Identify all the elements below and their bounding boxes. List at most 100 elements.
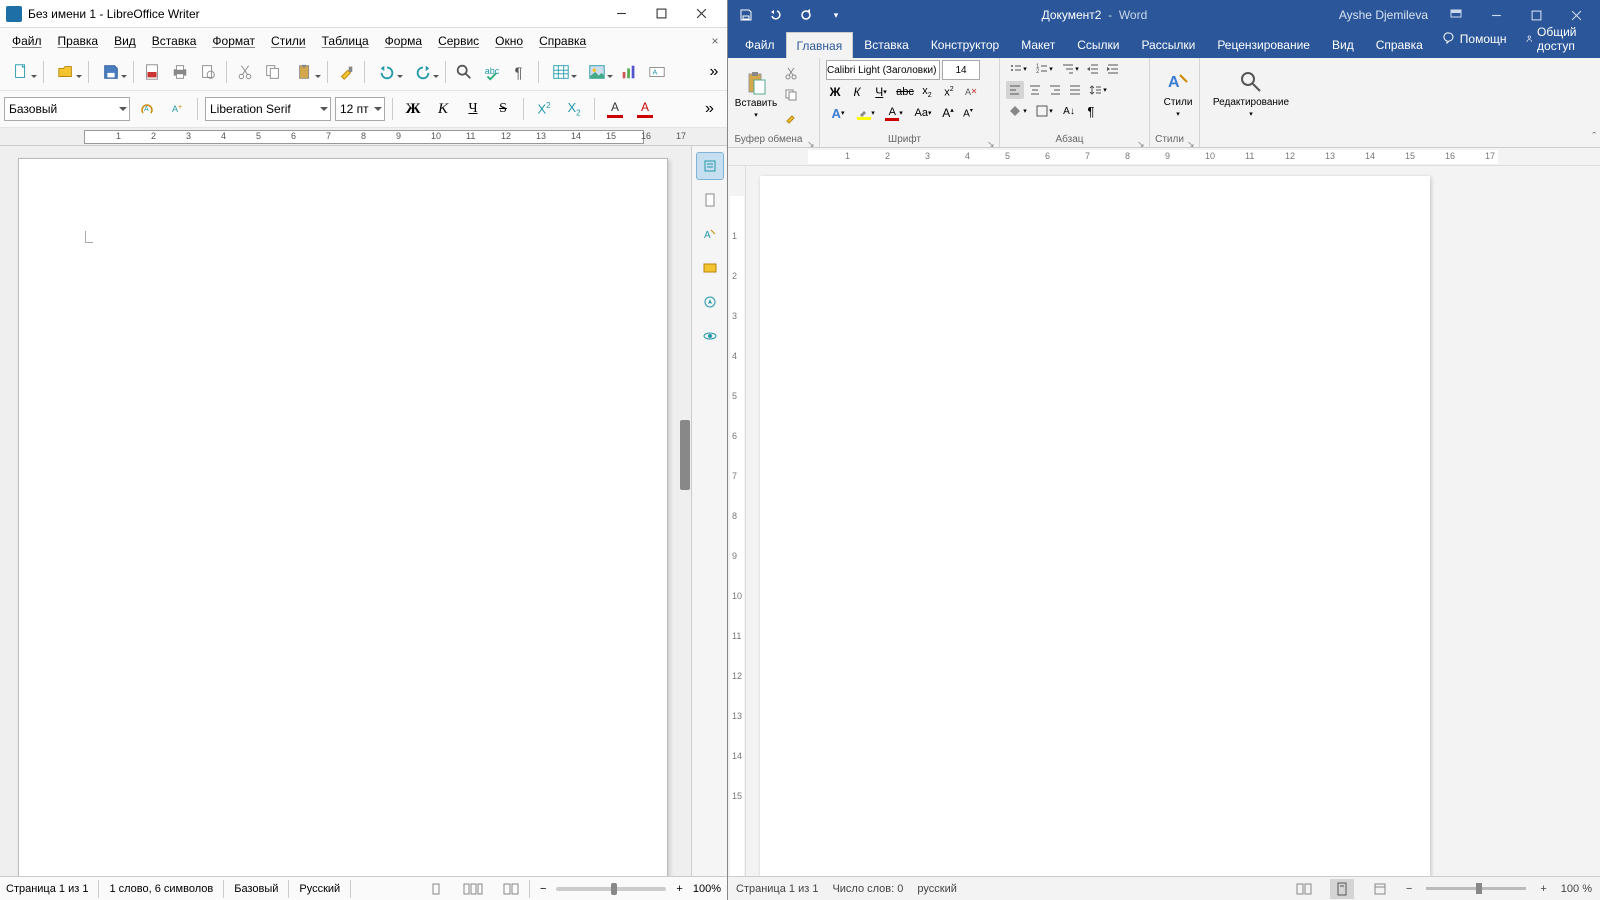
- justify-button[interactable]: [1066, 81, 1084, 99]
- status-view-multi[interactable]: [463, 880, 493, 898]
- editing-button[interactable]: Редактирование ▾: [1206, 60, 1296, 126]
- copy-button[interactable]: [780, 86, 802, 104]
- close-doc-button[interactable]: ×: [707, 34, 723, 48]
- tab-references[interactable]: Ссылки: [1066, 31, 1130, 58]
- tell-me-button[interactable]: Помощн: [1434, 27, 1515, 51]
- sidebar-styles-button[interactable]: A: [696, 220, 724, 248]
- menu-edit[interactable]: Правка: [50, 31, 107, 51]
- highlight-button[interactable]: ▾: [854, 104, 878, 122]
- font-size-combo[interactable]: [942, 60, 980, 80]
- sidebar-properties-button[interactable]: [696, 152, 724, 180]
- web-layout-button[interactable]: [1368, 879, 1392, 899]
- status-language[interactable]: русский: [917, 883, 956, 895]
- find-replace-button[interactable]: [451, 59, 477, 85]
- zoom-out-button[interactable]: −: [540, 883, 546, 895]
- styles-button[interactable]: A Стили ▾: [1156, 60, 1200, 126]
- align-left-button[interactable]: [1006, 81, 1024, 99]
- sidebar-navigator-button[interactable]: [696, 288, 724, 316]
- menu-table[interactable]: Таблица: [314, 31, 377, 51]
- italic-button[interactable]: К: [848, 83, 866, 101]
- status-wordcount[interactable]: 1 слово, 6 символов: [109, 880, 224, 898]
- line-spacing-button[interactable]: ▾: [1086, 81, 1110, 99]
- increase-indent-button[interactable]: [1104, 60, 1122, 78]
- shrink-font-button[interactable]: A▾: [960, 104, 976, 122]
- lo-page-viewport[interactable]: [0, 146, 691, 876]
- underline-button[interactable]: Ч▾: [870, 83, 892, 101]
- font-name-combo[interactable]: Liberation Serif: [205, 97, 331, 121]
- lo-horizontal-ruler[interactable]: 1234567891011121314151617: [0, 128, 727, 146]
- word-vertical-ruler[interactable]: 123456789101112131415: [728, 166, 746, 876]
- bold-button[interactable]: Ж: [826, 83, 844, 101]
- menu-view[interactable]: Вид: [106, 31, 144, 51]
- toolbar-overflow-button-2[interactable]: »: [705, 100, 723, 118]
- sidebar-gallery-button[interactable]: [696, 254, 724, 282]
- align-center-button[interactable]: [1026, 81, 1044, 99]
- toolbar-overflow-button[interactable]: »: [705, 63, 723, 81]
- clear-formatting-button[interactable]: A: [962, 83, 980, 101]
- paragraph-launcher[interactable]: [1137, 134, 1147, 144]
- cut-button[interactable]: [232, 59, 258, 85]
- user-name[interactable]: Ayshe Djemileva: [1339, 8, 1428, 22]
- word-page-viewport[interactable]: [746, 166, 1582, 876]
- menu-styles[interactable]: Стили: [263, 31, 314, 51]
- save-button[interactable]: [94, 59, 128, 85]
- paragraph-style-combo[interactable]: Базовый: [4, 97, 130, 121]
- highlight-color-button[interactable]: A: [632, 96, 658, 122]
- paste-button[interactable]: [288, 59, 322, 85]
- menu-insert[interactable]: Вставка: [144, 31, 205, 51]
- bold-button[interactable]: Ж: [400, 96, 426, 122]
- styles-launcher[interactable]: [1187, 134, 1197, 144]
- menu-tools[interactable]: Сервис: [430, 31, 487, 51]
- tab-design[interactable]: Конструктор: [920, 31, 1010, 58]
- strikethrough-button[interactable]: S: [490, 96, 516, 122]
- minimize-button[interactable]: [601, 2, 641, 26]
- tab-help[interactable]: Справка: [1365, 31, 1434, 58]
- zoom-in-button[interactable]: +: [1540, 883, 1546, 895]
- cut-button[interactable]: [780, 64, 802, 82]
- redo-button[interactable]: [406, 59, 440, 85]
- superscript-button[interactable]: x2: [940, 83, 958, 101]
- zoom-value[interactable]: 100 %: [1561, 883, 1592, 895]
- menu-help[interactable]: Справка: [531, 31, 594, 51]
- font-name-combo[interactable]: [826, 60, 940, 80]
- change-case-button[interactable]: Aa▾: [910, 104, 936, 122]
- format-paintbrush-button[interactable]: [333, 59, 359, 85]
- zoom-slider[interactable]: [1426, 887, 1526, 890]
- insert-textbox-button[interactable]: A: [644, 59, 670, 85]
- show-marks-button[interactable]: ¶: [1082, 102, 1100, 120]
- sidebar-collapse-handle[interactable]: [680, 420, 690, 490]
- status-view-book[interactable]: [503, 880, 530, 898]
- status-view-single[interactable]: [429, 880, 453, 898]
- maximize-button[interactable]: [641, 2, 681, 26]
- undo-button[interactable]: [370, 59, 404, 85]
- collapse-ribbon-button[interactable]: ˆ: [1592, 131, 1596, 143]
- copy-button[interactable]: [260, 59, 286, 85]
- update-style-button[interactable]: A: [134, 96, 160, 122]
- print-button[interactable]: [167, 59, 193, 85]
- text-effects-button[interactable]: A▾: [826, 104, 850, 122]
- word-horizontal-ruler[interactable]: 1234567891011121314151617: [728, 148, 1600, 166]
- status-language[interactable]: Русский: [299, 880, 351, 898]
- qat-undo-button[interactable]: [762, 2, 790, 28]
- sort-button[interactable]: A↓: [1058, 102, 1080, 120]
- tab-view[interactable]: Вид: [1321, 31, 1365, 58]
- multilevel-list-button[interactable]: ▾: [1058, 60, 1082, 78]
- zoom-value[interactable]: 100%: [693, 883, 721, 895]
- italic-button[interactable]: К: [430, 96, 456, 122]
- status-style[interactable]: Базовый: [234, 880, 289, 898]
- tab-insert[interactable]: Вставка: [853, 31, 920, 58]
- zoom-slider[interactable]: [556, 887, 666, 891]
- tab-layout[interactable]: Макет: [1010, 31, 1066, 58]
- export-pdf-button[interactable]: [139, 59, 165, 85]
- zoom-in-button[interactable]: +: [676, 883, 682, 895]
- close-button[interactable]: [681, 2, 721, 26]
- underline-button[interactable]: Ч: [460, 96, 486, 122]
- formatting-marks-button[interactable]: ¶: [507, 59, 533, 85]
- strikethrough-button[interactable]: abc: [896, 83, 914, 101]
- clipboard-launcher[interactable]: [807, 134, 817, 144]
- bullets-button[interactable]: ▾: [1006, 60, 1030, 78]
- font-color-button[interactable]: A: [602, 96, 628, 122]
- font-launcher[interactable]: [987, 134, 997, 144]
- sidebar-page-button[interactable]: [696, 186, 724, 214]
- zoom-out-button[interactable]: −: [1406, 883, 1412, 895]
